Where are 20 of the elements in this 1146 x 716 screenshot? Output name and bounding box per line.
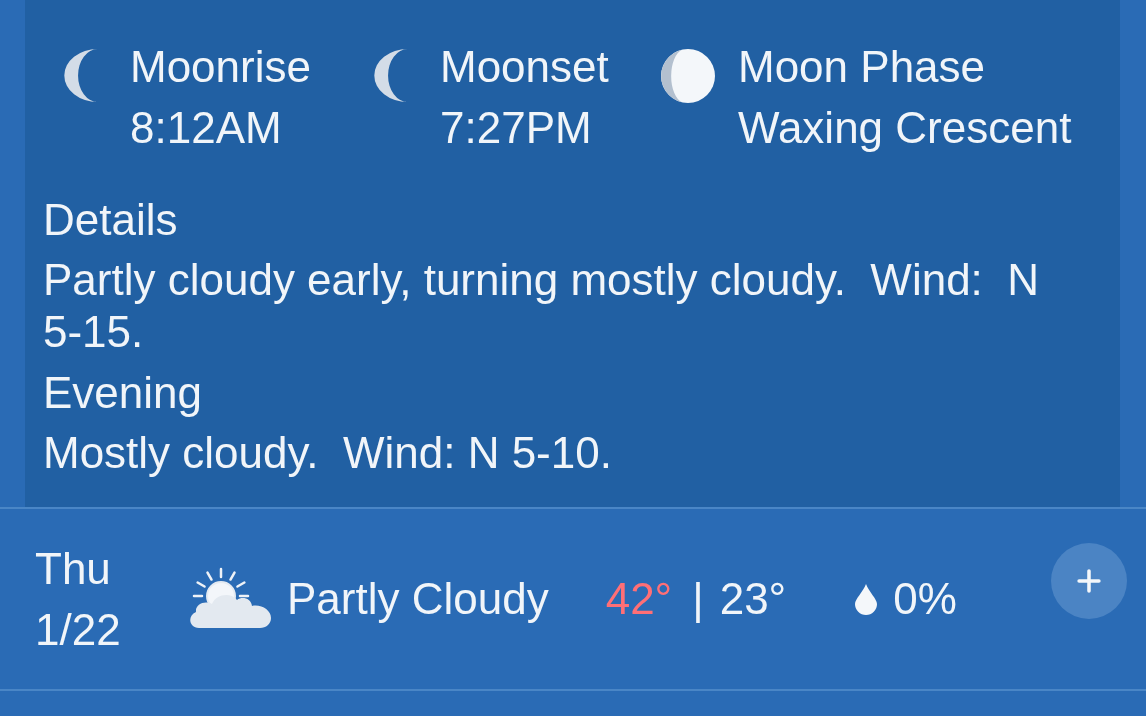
precipitation-label: 0%: [893, 573, 957, 625]
temperature-separator: |: [692, 573, 704, 625]
forecast-text: Mostly cloudy. Wind: N 5-10.: [43, 427, 613, 479]
moon-label: Moonrise: [130, 41, 311, 93]
condition-label: Partly Cloudy: [287, 573, 549, 625]
section-heading: Evening: [43, 367, 203, 419]
section-heading: Details: [43, 194, 179, 246]
moon-value: 7:27PM: [440, 102, 593, 154]
date-label: 1/22: [35, 604, 122, 656]
moon-value: Waxing Crescent: [738, 102, 1072, 154]
day-label: Thu: [35, 543, 112, 595]
low-temperature: 23°: [719, 573, 787, 625]
forecast-row[interactable]: Thu 1/22 Partly Cloudy 42° | 23° 0%: [0, 507, 1146, 689]
half-moon-icon: [660, 48, 716, 104]
high-temperature: 42°: [605, 573, 673, 625]
moon-label: Moonset: [440, 41, 609, 93]
water-drop-icon: [855, 583, 878, 615]
moon-value: 8:12AM: [130, 102, 283, 154]
moon-label: Moon Phase: [738, 41, 987, 93]
forecast-text: Partly cloudy early, turning mostly cloudy. Wind: N 5-15.: [43, 254, 1041, 358]
